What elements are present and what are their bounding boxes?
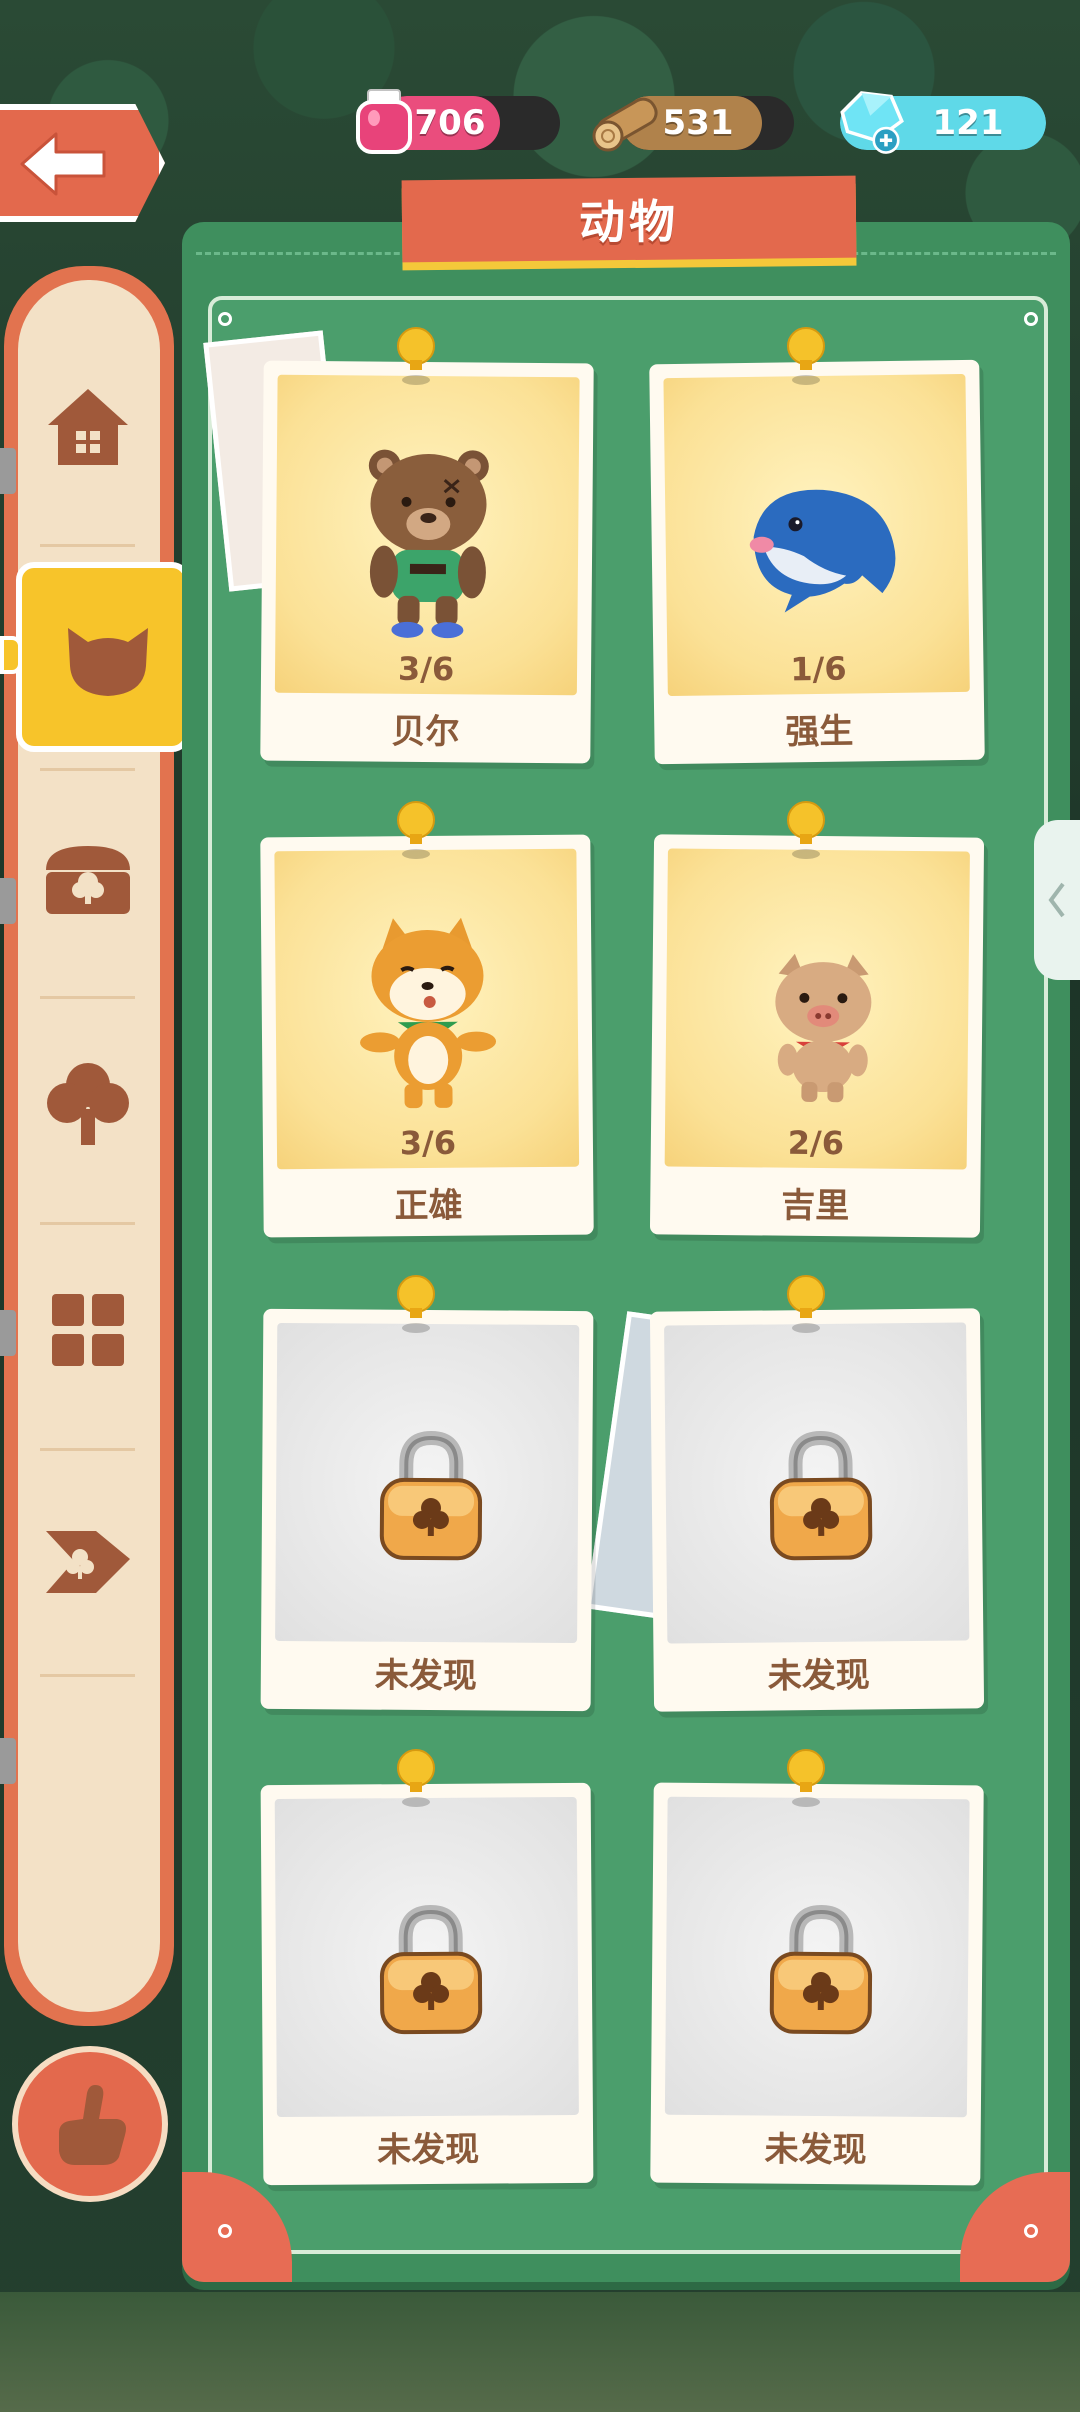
sidebar-divider	[40, 544, 135, 547]
town-ground	[0, 2292, 1080, 2412]
padlock-icon	[379, 1431, 483, 1561]
sidebar-divider	[40, 1448, 135, 1451]
house-icon	[48, 389, 128, 465]
pushpin-icon	[787, 1749, 825, 1807]
card-photo	[664, 1796, 970, 2118]
collection-progress: 3/6	[397, 649, 455, 689]
sidebar-item-tiles[interactable]	[28, 1270, 148, 1390]
padlock-icon	[769, 1905, 873, 2035]
collection-progress: 2/6	[787, 1123, 845, 1163]
title-banner: 动物	[401, 175, 857, 263]
sidebar-item-card[interactable]	[28, 1496, 148, 1616]
treasure-chest-icon	[46, 846, 130, 914]
pig-icon	[775, 953, 872, 1103]
locked-animal-card[interactable]: 未发现	[650, 1782, 984, 2186]
card-photo	[664, 1322, 970, 1644]
sidebar-item-animal-icon	[48, 596, 168, 716]
ink-bottle-icon	[356, 89, 412, 154]
animal-card[interactable]: 1/6 强生	[649, 359, 985, 765]
active-indicator	[0, 636, 22, 674]
page-title: 动物	[578, 194, 680, 250]
collection-progress: 1/6	[790, 649, 847, 689]
card-photo	[274, 1796, 579, 2118]
pushpin-icon	[397, 801, 435, 859]
sidebar-item-tree[interactable]	[28, 1044, 148, 1164]
sidebar-divider	[40, 1222, 135, 1225]
sidebar-divider	[40, 768, 135, 771]
sidebar-item-house[interactable]	[28, 366, 148, 486]
card-photo	[274, 848, 580, 1170]
sidebar-rail-knob	[0, 878, 16, 924]
animal-name: 吉里	[781, 1185, 850, 1227]
animal-name: 未发现	[377, 2129, 480, 2171]
pointing-hand-button[interactable]	[12, 2046, 168, 2202]
padlock-icon	[379, 1904, 483, 2035]
sidebar-rail-knob	[0, 1310, 16, 1356]
side-panel-toggle[interactable]	[1034, 820, 1080, 980]
wood-log-icon	[592, 97, 658, 152]
pointing-hand-icon	[59, 2085, 126, 2165]
sidebar-divider	[40, 996, 135, 999]
grid-icon	[52, 1294, 124, 1366]
whale-icon	[749, 489, 896, 613]
collection-progress: 3/6	[399, 1123, 457, 1163]
club-card-icon	[46, 1531, 130, 1593]
animal-name: 未发现	[767, 1655, 870, 1697]
animal-name: 贝尔	[391, 711, 460, 753]
animal-name: 未发现	[764, 2129, 867, 2171]
arrow-left-icon	[20, 132, 106, 196]
padlock-icon	[769, 1430, 873, 1561]
sidebar-divider	[40, 1674, 135, 1677]
bear-icon	[368, 449, 489, 639]
pushpin-icon	[787, 327, 825, 385]
card-photo	[274, 374, 580, 696]
sidebar-item-chest[interactable]	[28, 820, 148, 940]
card-photo	[275, 1322, 580, 1644]
cat-head-icon	[68, 628, 148, 696]
animal-name: 强生	[785, 711, 854, 753]
locked-animal-card[interactable]: 未发现	[649, 1308, 985, 1712]
animal-card[interactable]: 3/6 贝尔	[260, 360, 594, 764]
pushpin-icon	[397, 1275, 435, 1333]
animal-card[interactable]: 2/6 吉里	[649, 834, 985, 1238]
pushpin-icon	[397, 1749, 435, 1807]
pushpin-icon	[787, 801, 825, 859]
tree-icon	[47, 1063, 129, 1145]
pushpin-icon	[397, 327, 435, 385]
chevron-left-icon	[1048, 882, 1065, 918]
shiba-dog-icon	[360, 917, 497, 1109]
animal-name: 正雄	[394, 1185, 463, 1227]
gem-icon[interactable]	[830, 86, 914, 156]
animal-name: 未发现	[374, 1655, 477, 1697]
locked-animal-card[interactable]: 未发现	[260, 1308, 594, 1712]
locked-animal-card[interactable]: 未发现	[260, 1782, 594, 2186]
pushpin-icon	[787, 1275, 825, 1333]
animal-card[interactable]: 3/6 正雄	[260, 834, 594, 1238]
card-photo	[664, 848, 970, 1170]
sidebar-rail-knob	[0, 1738, 16, 1784]
sidebar-rail-knob	[0, 448, 16, 494]
